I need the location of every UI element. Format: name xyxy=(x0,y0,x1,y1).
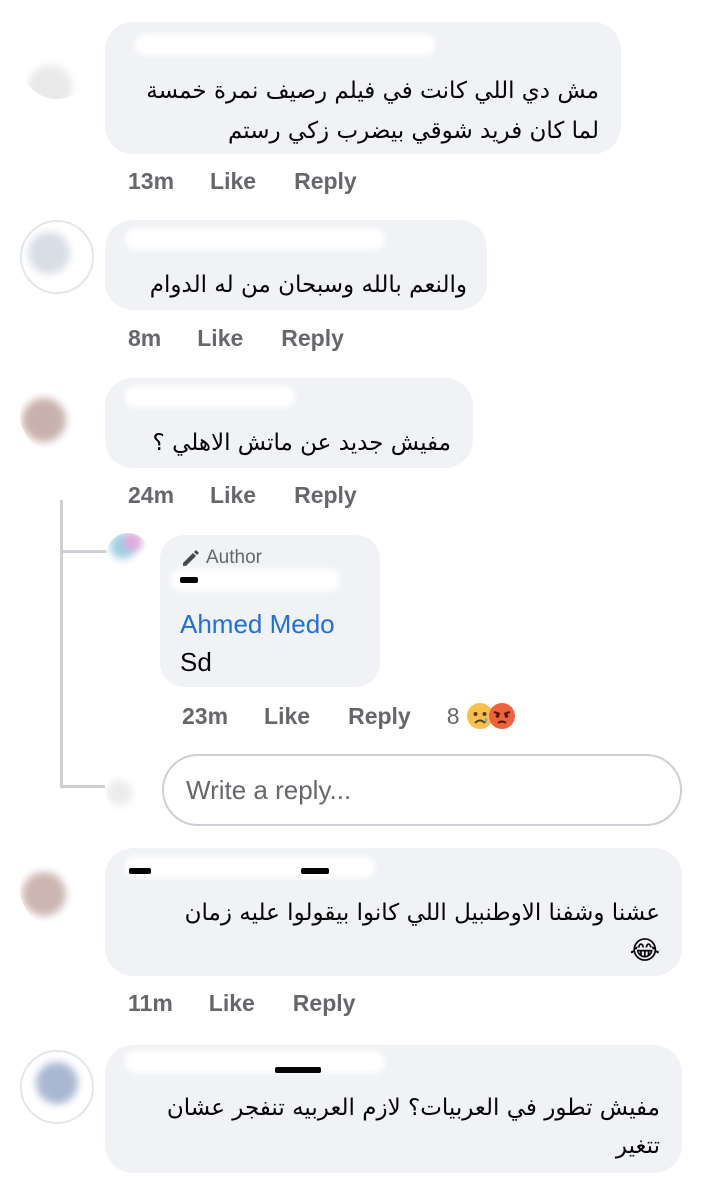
reply-bubble: Author Ahmed Medo Sd xyxy=(160,535,380,687)
like-button[interactable]: Like xyxy=(209,990,255,1017)
angry-face-icon xyxy=(488,703,515,729)
thread-line-branch xyxy=(60,785,105,788)
comment-bubble: عشنا وشفنا الاوطنبيل اللي كانوا بيقولوا … xyxy=(105,848,682,976)
thread-line xyxy=(60,500,63,788)
comment-bubble: مفيش تطور في العربيات؟ لازم العربيه تنفج… xyxy=(105,1045,682,1173)
reply-input[interactable]: Write a reply... xyxy=(162,754,682,826)
comment-text: تتغير xyxy=(615,1133,660,1159)
avatar xyxy=(106,770,150,814)
avatar[interactable] xyxy=(20,220,94,294)
blurred-name-fragment xyxy=(180,577,198,583)
author-badge-label: Author xyxy=(206,547,262,568)
comment-timestamp: 24m xyxy=(128,482,175,508)
comment-text: مفيش تطور في العربيات؟ لازم العربيه تنفج… xyxy=(166,1095,660,1121)
comment-emoji-line: 😂 xyxy=(120,934,660,969)
avatar[interactable] xyxy=(106,533,150,577)
reply-input-placeholder: Write a reply... xyxy=(186,774,352,805)
like-button[interactable]: Like xyxy=(197,325,243,352)
comment-actions: 8m Like Reply xyxy=(128,325,344,352)
avatar[interactable] xyxy=(20,1050,94,1124)
like-button[interactable]: Like xyxy=(264,703,310,730)
reply-button[interactable]: Reply xyxy=(293,990,356,1017)
reply-button[interactable]: Reply xyxy=(294,168,357,195)
avatar[interactable] xyxy=(20,378,94,452)
reply-actions: 23m Like Reply 8 xyxy=(182,702,516,730)
comment-text: مفيش جديد عن ماتش الاهلي ؟ xyxy=(152,430,451,456)
avatar[interactable] xyxy=(20,852,94,926)
comment-timestamp: 11m xyxy=(128,990,173,1016)
comment-timestamp: 8m xyxy=(128,325,162,351)
reply-button[interactable]: Reply xyxy=(294,482,357,509)
blurred-author-name xyxy=(125,1051,385,1073)
blurred-author-name xyxy=(125,856,375,878)
comment-timestamp: 13m xyxy=(128,168,175,194)
comment-text: لما كان فريد شوقي بيضرب زكي رستم xyxy=(228,118,599,144)
avatar[interactable] xyxy=(20,25,94,99)
reply-button[interactable]: Reply xyxy=(348,703,411,730)
mention-link[interactable]: Ahmed Medo xyxy=(180,609,335,640)
comment-text: مش دي اللي كانت في فيلم رصيف نمرة خمسة xyxy=(146,78,599,104)
like-button[interactable]: Like xyxy=(210,168,256,195)
comment-text: والنعم بالله وسبحان من له الدوام xyxy=(149,272,467,298)
comment-bubble: والنعم بالله وسبحان من له الدوام xyxy=(105,220,487,310)
comment-bubble: مفيش جديد عن ماتش الاهلي ؟ xyxy=(105,378,473,468)
reply-timestamp: 23m xyxy=(182,702,229,729)
blurred-author-name xyxy=(125,228,385,250)
blurred-name-fragment xyxy=(275,1067,321,1073)
pencil-icon xyxy=(183,550,199,566)
reaction-count: 8 xyxy=(446,702,460,729)
comment-bubble: مش دي اللي كانت في فيلم رصيف نمرة خمسة ل… xyxy=(105,22,621,154)
comment-actions: 11m Like Reply xyxy=(128,990,355,1017)
comment-actions: 13m Like Reply xyxy=(128,168,357,195)
reply-button[interactable]: Reply xyxy=(281,325,344,352)
comment-text: عشنا وشفنا الاوطنبيل اللي كانوا بيقولوا … xyxy=(184,900,660,926)
blurred-name-fragment xyxy=(301,868,329,874)
like-button[interactable]: Like xyxy=(210,482,256,509)
blurred-author-name xyxy=(125,386,295,408)
comment-actions: 24m Like Reply xyxy=(128,482,357,509)
laughing-emoji-icon: 😂 xyxy=(629,936,660,966)
reaction-summary[interactable]: 8 xyxy=(447,702,516,730)
blurred-name-fragment xyxy=(129,868,151,874)
blurred-author-name xyxy=(135,34,435,56)
reply-text: Sd xyxy=(180,647,212,677)
author-badge: Author xyxy=(180,547,262,569)
